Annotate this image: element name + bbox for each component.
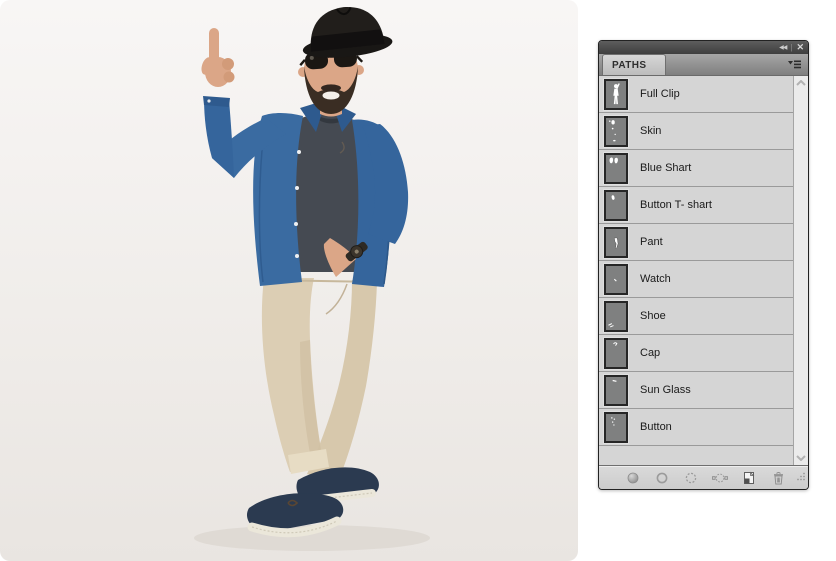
path-thumbnail <box>604 79 628 110</box>
path-thumbnail <box>604 338 628 369</box>
close-icon[interactable]: ✕ <box>796 43 804 52</box>
path-row-pant[interactable]: Pant <box>599 224 793 261</box>
man-illustration <box>0 0 578 561</box>
photo-of-man <box>0 0 578 561</box>
path-row-blue-shart[interactable]: Blue Shart <box>599 150 793 187</box>
path-label: Shoe <box>640 310 666 322</box>
path-thumbnail <box>604 264 628 295</box>
scrollbar[interactable] <box>793 76 808 465</box>
load-path-as-selection-icon[interactable] <box>683 470 699 486</box>
path-label: Pant <box>640 236 663 248</box>
panel-tab-bar: PATHS <box>599 54 808 76</box>
path-thumbnail <box>604 153 628 184</box>
path-thumbnail <box>604 375 628 406</box>
path-label: Sun Glass <box>640 384 691 396</box>
path-label: Skin <box>640 125 661 137</box>
smile <box>323 92 340 100</box>
stroke-path-icon[interactable] <box>654 470 670 486</box>
fill-path-icon[interactable] <box>625 470 641 486</box>
path-label: Blue Shart <box>640 162 691 174</box>
path-row-button[interactable]: Button <box>599 409 793 446</box>
create-new-path-icon[interactable] <box>741 470 757 486</box>
path-label: Cap <box>640 347 660 359</box>
collapse-to-icons-icon[interactable]: ◀◀ <box>779 45 786 51</box>
scroll-down-icon[interactable] <box>796 455 806 461</box>
list-empty-area <box>599 446 793 465</box>
path-thumbnail <box>604 301 628 332</box>
path-label: Full Clip <box>640 88 680 100</box>
panel-menu-icon[interactable] <box>784 54 804 75</box>
scroll-up-icon[interactable] <box>796 80 806 86</box>
paths-list: Full Clip Skin <box>599 76 808 465</box>
path-thumbnail <box>604 412 628 443</box>
titlebar-divider: | <box>790 44 792 52</box>
path-thumbnail <box>604 227 628 258</box>
path-thumbnail <box>604 116 628 147</box>
path-thumbnail <box>604 190 628 221</box>
resize-grip-icon[interactable] <box>795 469 806 487</box>
path-row-watch[interactable]: Watch <box>599 261 793 298</box>
path-row-cap[interactable]: Cap <box>599 335 793 372</box>
path-label: Button T- shart <box>640 199 712 211</box>
path-label: Button <box>640 421 672 433</box>
panel-footer <box>599 465 808 489</box>
delete-path-icon[interactable] <box>770 470 786 486</box>
path-row-button-t-shart[interactable]: Button T- shart <box>599 187 793 224</box>
path-row-full-clip[interactable]: Full Clip <box>599 76 793 113</box>
panel-titlebar: ◀◀ | ✕ <box>599 41 808 54</box>
path-label: Watch <box>640 273 671 285</box>
screenshot: ◀◀ | ✕ PATHS <box>0 0 836 561</box>
mustache <box>321 84 341 91</box>
path-row-sun-glass[interactable]: Sun Glass <box>599 372 793 409</box>
path-row-shoe[interactable]: Shoe <box>599 298 793 335</box>
tab-paths[interactable]: PATHS <box>602 54 666 75</box>
paths-panel: ◀◀ | ✕ PATHS <box>598 40 809 490</box>
make-work-path-icon[interactable] <box>712 470 728 486</box>
path-row-skin[interactable]: Skin <box>599 113 793 150</box>
